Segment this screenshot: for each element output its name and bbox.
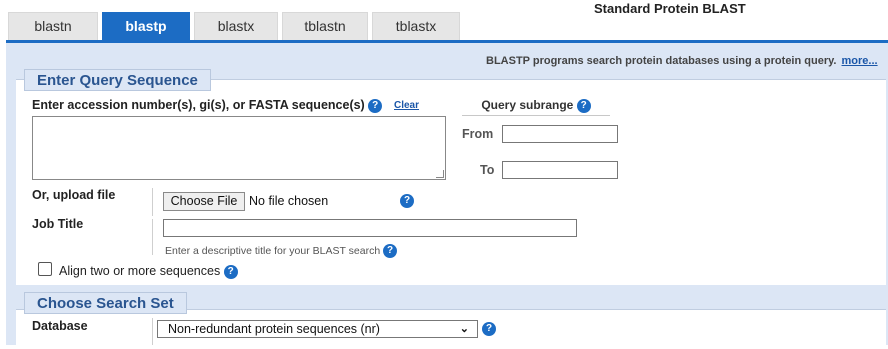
chevron-down-icon: ⌄ — [459, 323, 469, 335]
divider — [152, 318, 153, 345]
to-input[interactable] — [502, 161, 618, 179]
align-label: Align two or more sequences ? — [59, 264, 238, 279]
subrange-title-text: Query subrange — [481, 98, 574, 112]
tab-blastx[interactable]: blastx — [194, 12, 278, 40]
help-icon[interactable]: ? — [383, 244, 398, 258]
clear-link[interactable]: Clear — [394, 100, 419, 111]
query-subrange-title: Query subrange ? — [462, 98, 610, 116]
query-sequence-textarea[interactable] — [32, 116, 446, 180]
help-icon[interactable]: ? — [400, 194, 414, 208]
sequence-label-text: Enter accession number(s), gi(s), or FAS… — [32, 98, 365, 112]
align-checkbox[interactable] — [38, 262, 52, 276]
help-icon[interactable]: ? — [482, 322, 496, 336]
program-tabs: blastn blastp blastx tblastn tblastx Sta… — [0, 0, 888, 42]
job-title-input[interactable] — [163, 219, 577, 237]
help-icon[interactable]: ? — [223, 264, 238, 279]
description-text: BLASTP programs search protein databases… — [486, 55, 837, 67]
to-label: To — [480, 163, 495, 177]
resize-handle-icon[interactable] — [436, 170, 444, 178]
database-select[interactable]: Non-redundant protein sequences (nr) ⌄ — [157, 320, 478, 338]
tab-tblastn[interactable]: tblastn — [282, 12, 368, 40]
from-label: From — [462, 127, 494, 141]
more-link[interactable]: more... — [842, 55, 878, 67]
tab-tblastx[interactable]: tblastx — [372, 12, 460, 40]
job-title-hint: Enter a descriptive title for your BLAST… — [165, 244, 398, 258]
from-input[interactable] — [502, 125, 618, 143]
program-description: BLASTP programs search protein databases… — [486, 55, 878, 67]
help-icon[interactable]: ? — [368, 98, 383, 113]
choose-file-button[interactable]: Choose File — [163, 192, 245, 211]
search-set-legend: Choose Search Set — [24, 292, 187, 314]
tab-blastn[interactable]: blastn — [8, 12, 98, 40]
divider — [152, 219, 153, 255]
upload-label: Or, upload file — [32, 188, 116, 202]
tab-blastp[interactable]: blastp — [102, 12, 190, 40]
help-icon[interactable]: ? — [576, 98, 591, 113]
page-title: Standard Protein BLAST — [594, 1, 746, 16]
sequence-label: Enter accession number(s), gi(s), or FAS… — [32, 98, 383, 113]
align-label-text: Align two or more sequences — [59, 264, 221, 278]
database-select-value: Non-redundant protein sequences (nr) — [168, 322, 380, 336]
job-title-hint-text: Enter a descriptive title for your BLAST… — [165, 244, 381, 257]
no-file-text: No file chosen — [249, 194, 329, 208]
divider — [152, 188, 153, 216]
query-legend: Enter Query Sequence — [24, 69, 211, 91]
database-label: Database — [32, 319, 88, 333]
job-title-label: Job Title — [32, 217, 84, 231]
